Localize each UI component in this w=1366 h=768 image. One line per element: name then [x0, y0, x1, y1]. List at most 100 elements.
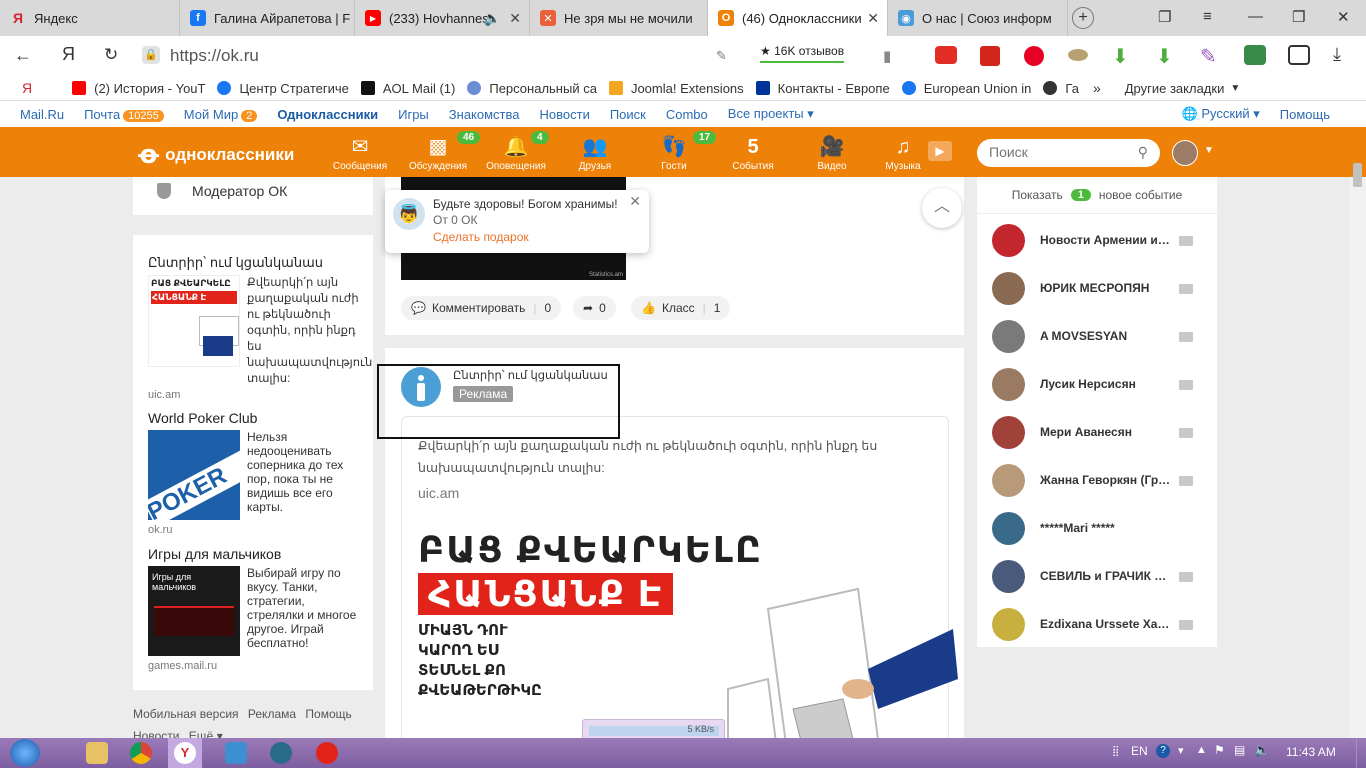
friend-avatar[interactable] — [992, 560, 1025, 593]
friend-row[interactable]: Мери Аванесян — [977, 416, 1217, 464]
friend-name[interactable]: *****Mari ***** — [1040, 521, 1190, 535]
send-gift-link[interactable]: Сделать подарок — [433, 230, 529, 244]
reviews-badge[interactable]: ★ 16K отзывов — [760, 44, 845, 63]
nav-video[interactable]: 🎥 Видео — [797, 127, 867, 177]
portal-help[interactable]: Помощь — [1280, 107, 1330, 122]
friend-avatar[interactable] — [992, 416, 1025, 449]
ok-logo[interactable]: ꝋ одноклассники — [138, 139, 294, 170]
lock-icon[interactable]: 🔒 — [142, 46, 160, 64]
bookmark-item[interactable]: AOL Mail (1) — [360, 81, 455, 96]
message-icon[interactable] — [1179, 428, 1193, 438]
footer-mobile[interactable]: Мобильная версия — [133, 707, 239, 721]
friend-name[interactable]: Лусик Нерсисян — [1040, 377, 1190, 391]
play-icon[interactable]: ▶ — [928, 141, 952, 161]
restore-icon[interactable]: ❐ — [1292, 8, 1305, 26]
download-ext-icon-2[interactable]: ⬇ — [1156, 44, 1173, 69]
friend-avatar[interactable] — [992, 608, 1025, 641]
portal-combo[interactable]: Combo — [666, 107, 708, 122]
bookmark-item[interactable]: Joomla! Extensions — [608, 81, 744, 96]
language-indicator[interactable]: EN — [1131, 744, 1148, 758]
page-scrollbar[interactable]: ▲ — [1349, 161, 1366, 739]
friend-name[interactable]: A MOVSESYAN — [1040, 329, 1190, 343]
nav-discussions[interactable]: ▩ 46 Обсуждения — [403, 127, 481, 177]
friend-row[interactable]: СЕВИЛЬ и ГРАЧИК … — [977, 560, 1217, 608]
ad-domain[interactable]: uic.am — [148, 389, 180, 401]
message-icon[interactable] — [1179, 332, 1193, 342]
message-icon[interactable] — [1179, 380, 1193, 390]
friend-avatar[interactable] — [992, 320, 1025, 353]
scroll-up-button[interactable]: ︿ — [922, 188, 962, 228]
language-select[interactable]: 🌐 Русский ▾ — [1182, 106, 1260, 122]
back-icon[interactable]: ← — [14, 45, 32, 66]
help-icon[interactable]: ? — [1156, 744, 1170, 758]
bookmark-item[interactable]: Контакты - Европе — [755, 81, 890, 96]
ad-image-games[interactable]: Игры для мальчиков — [148, 566, 240, 656]
more-bookmarks-icon[interactable]: » — [1093, 80, 1101, 96]
friend-name[interactable]: СЕВИЛЬ и ГРАЧИК … — [1040, 569, 1190, 583]
collections-icon[interactable]: ❐ — [1158, 8, 1171, 26]
yandex-bookmark-icon[interactable]: Я — [22, 80, 32, 96]
message-icon[interactable] — [1179, 284, 1193, 294]
ad-title[interactable]: World Poker Club — [148, 410, 257, 426]
search-box[interactable]: ⚲ — [977, 139, 1160, 167]
friend-row[interactable]: A MOVSESYAN — [977, 320, 1217, 368]
friend-row[interactable]: Лусик Нерсисян — [977, 368, 1217, 416]
ad-title[interactable]: Ընտրիր՝ ում կցանկանաս — [148, 255, 323, 271]
portal-games[interactable]: Игры — [398, 107, 429, 122]
user-avatar[interactable] — [1172, 140, 1198, 166]
address-input[interactable]: https://ok.ru — [170, 46, 259, 66]
chevron-down-icon[interactable]: ▾ — [1178, 744, 1184, 757]
portal-myworld[interactable]: Мой Мир 2 — [184, 107, 258, 122]
download-ext-icon[interactable]: ⬇ — [1112, 44, 1129, 69]
chevron-down-icon[interactable]: ▼ — [1204, 145, 1214, 156]
new-events-bar[interactable]: Показать 1 новое событие — [977, 177, 1217, 214]
tab-yandex[interactable]: Я Яндекс — [0, 0, 180, 36]
search-input[interactable] — [989, 144, 1129, 160]
speaker-icon[interactable]: 🔈 — [484, 10, 501, 27]
app-icon-2[interactable] — [270, 742, 292, 764]
share-button[interactable]: ➦ 0 — [573, 296, 616, 320]
nav-messages[interactable]: ✉ Сообщения — [325, 127, 395, 177]
post-domain[interactable]: uic.am — [402, 479, 948, 501]
post-image[interactable]: ԲԱՑ ՔՎԵԱՐԿԵԼԸ ՀԱՆՑԱՆՔ Է ՄԻԱՅՆ ԴՈՒ ԿԱՐՈՂ … — [418, 529, 958, 738]
footer-help[interactable]: Помощь — [305, 707, 351, 721]
scrollbar-thumb[interactable] — [1353, 163, 1362, 187]
message-icon[interactable] — [1179, 620, 1193, 630]
message-icon[interactable] — [1179, 236, 1193, 246]
bookmark-item[interactable]: (2) История - YouT — [72, 81, 205, 96]
friend-row[interactable]: *****Mari ***** — [977, 512, 1217, 560]
friend-row[interactable]: Новости Армении и… — [977, 224, 1217, 272]
close-window-icon[interactable]: ✕ — [1337, 8, 1350, 26]
ad-title[interactable]: Игры для мальчиков — [148, 546, 281, 562]
show-desktop-button[interactable] — [1356, 738, 1366, 768]
nav-guests[interactable]: 👣 17 Гости — [639, 127, 717, 177]
tab-facebook[interactable]: f Галина Айрапетова | F — [180, 0, 355, 36]
ad-image-armenia[interactable]: ԲԱՑ ՔՎԵԱՐԿԵԼԸ ՀԱՆՑԱՆՔ Է — [148, 275, 240, 367]
search-icon[interactable]: ⚲ — [1138, 144, 1148, 161]
portal-news[interactable]: Новости — [540, 107, 590, 122]
message-icon[interactable] — [1179, 476, 1193, 486]
tabs-icon[interactable]: ✎ — [716, 48, 727, 64]
ad-image-poker[interactable]: POKER — [148, 430, 240, 520]
pen-ext-icon[interactable]: ✎ — [1200, 44, 1217, 69]
bookmark-item[interactable]: Га — [1043, 81, 1079, 96]
bookmark-item[interactable]: European Union in — [901, 81, 1031, 96]
flash-ext-icon[interactable] — [980, 46, 1000, 66]
tab-news[interactable]: ✕ Не зря мы не мочили — [530, 0, 708, 36]
app-icon[interactable] — [225, 742, 247, 764]
portal-mailru[interactable]: Mail.Ru — [20, 107, 64, 122]
portal-search[interactable]: Поиск — [610, 107, 646, 122]
portal-dating[interactable]: Знакомства — [449, 107, 520, 122]
message-icon[interactable] — [1179, 572, 1193, 582]
moderator-link[interactable]: Модератор ОК — [192, 183, 287, 199]
tab-youtube[interactable]: ▶ (233) Hovhannes 🔈 ✕ — [355, 0, 530, 36]
comment-button[interactable]: 💬 Комментировать | 0 — [401, 296, 562, 320]
yandex-home-icon[interactable]: Я — [62, 44, 75, 65]
reload-icon[interactable]: ↻ — [104, 45, 118, 65]
tab-union[interactable]: ◉ О нас | Союз информ — [888, 0, 1068, 36]
friend-avatar[interactable] — [992, 464, 1025, 497]
start-button[interactable] — [10, 739, 40, 767]
minimize-icon[interactable]: — — [1248, 8, 1263, 25]
clock[interactable]: 11:43 AM — [1286, 745, 1336, 759]
friend-name[interactable]: Ezdixana Urssete Xa… — [1040, 617, 1190, 631]
